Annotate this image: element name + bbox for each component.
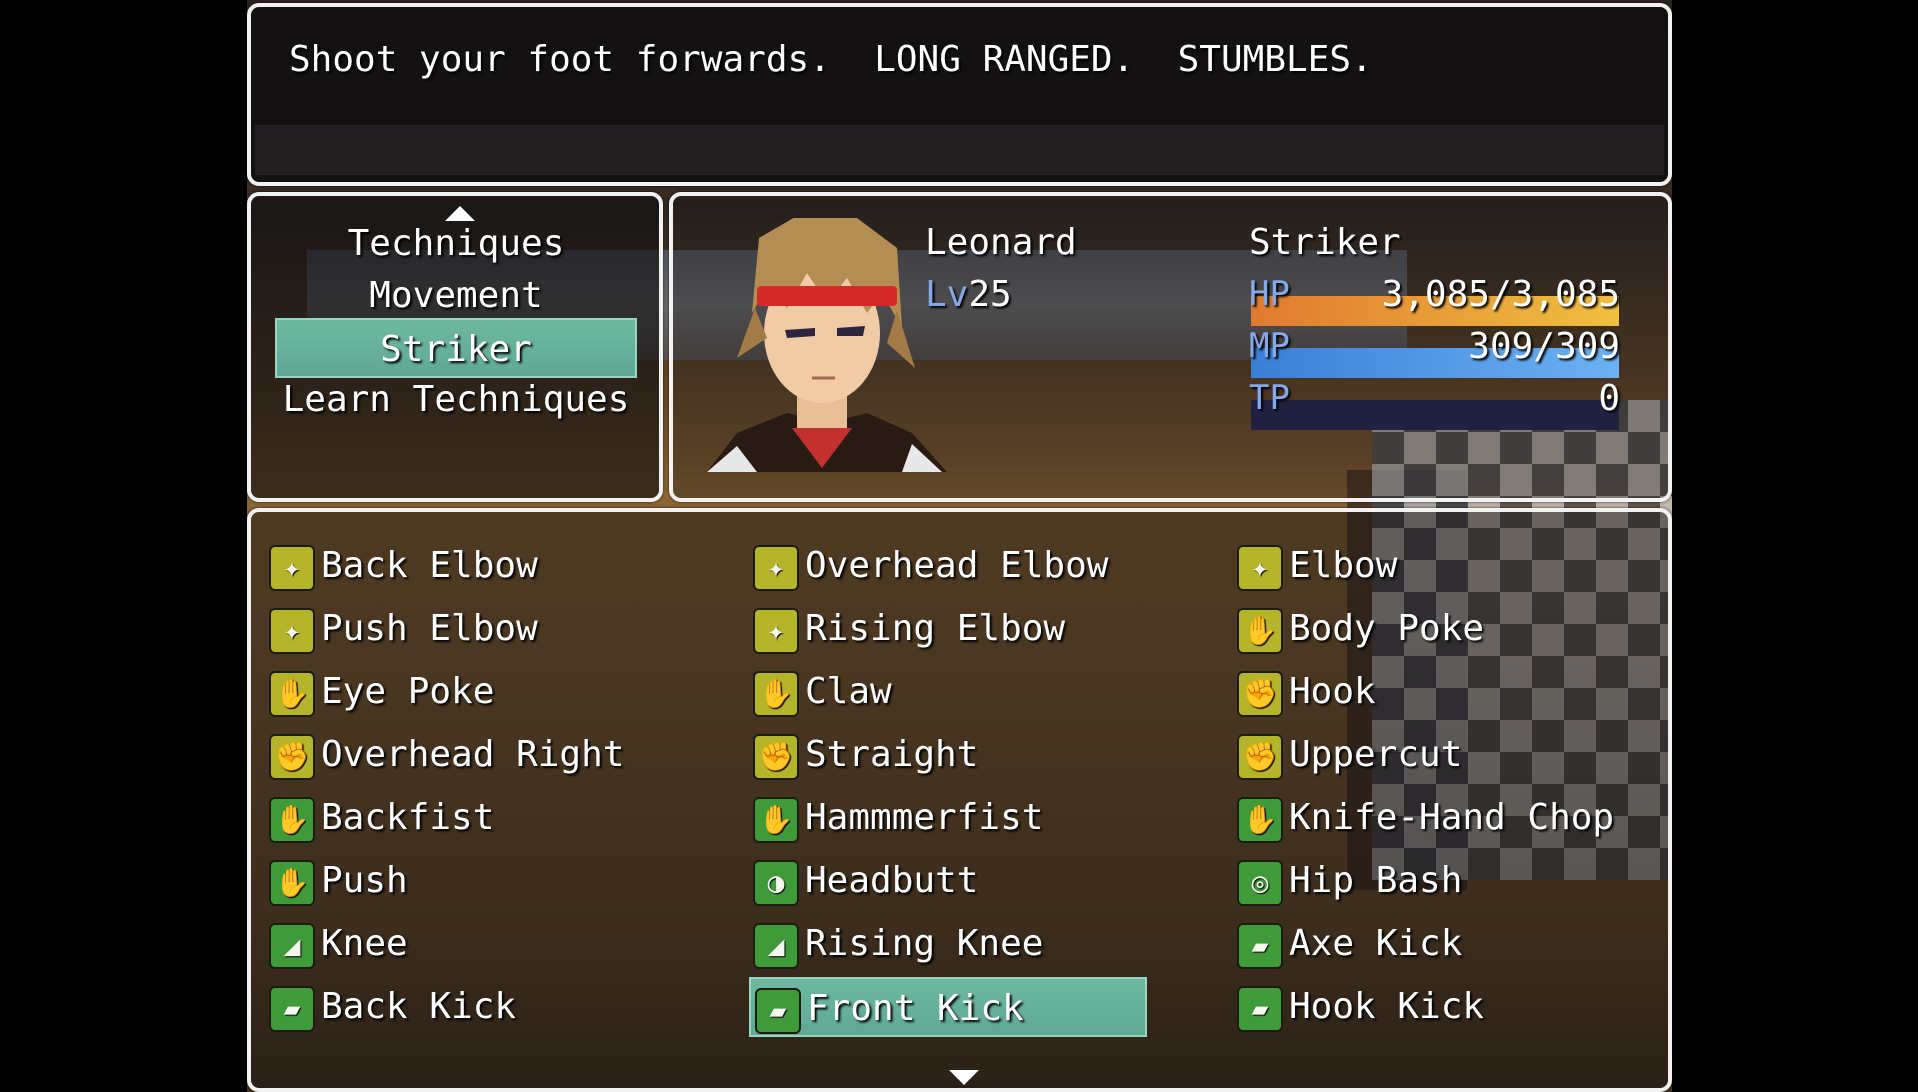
skill-item[interactable]: ✊ Straight — [749, 725, 1147, 785]
skill-label: Headbutt — [805, 860, 979, 901]
skill-item[interactable]: ✋ Claw — [749, 662, 1147, 722]
tp-value: 0 — [1598, 378, 1620, 419]
open-hand-icon: ✋ — [753, 671, 799, 717]
scroll-down-arrow-icon[interactable] — [949, 1070, 979, 1085]
skill-item[interactable]: ✊ Uppercut — [1233, 725, 1631, 785]
fist-icon: ✊ — [753, 734, 799, 780]
skill-item[interactable]: ◎ Hip Bash — [1233, 851, 1631, 911]
skill-label: Axe Kick — [1289, 923, 1463, 964]
foot-icon: ▰ — [755, 988, 801, 1034]
skill-label: Back Kick — [321, 986, 517, 1027]
open-hand-icon: ✋ — [269, 671, 315, 717]
palm-icon: ✋ — [269, 797, 315, 843]
skill-label: Rising Knee — [805, 923, 1044, 964]
game-screen: Shoot your foot forwards. LONG RANGED. S… — [247, 0, 1672, 1092]
actor-level: Lv25 — [925, 274, 1012, 315]
menu-item-techniques[interactable]: Techniques — [275, 214, 637, 274]
elbow-icon: ✦ — [753, 545, 799, 591]
skill-label: Knife-Hand Chop — [1289, 797, 1615, 838]
skill-label: Body Poke — [1289, 608, 1485, 649]
mp-label: MP — [1249, 326, 1290, 366]
skill-label: Eye Poke — [321, 671, 495, 712]
skill-item[interactable]: ✦ Elbow — [1233, 536, 1631, 596]
hp-value: 3,085/3,085 — [1381, 274, 1620, 315]
skill-label: Hammmerfist — [805, 797, 1044, 838]
skill-item[interactable]: ✋ Backfist — [265, 788, 663, 848]
skill-label: Back Elbow — [321, 545, 538, 586]
skill-item[interactable]: ✋ Eye Poke — [265, 662, 663, 722]
skill-item[interactable]: ✋ Hammmerfist — [749, 788, 1147, 848]
help-window-shade — [255, 125, 1664, 175]
actor-status-window: Leonard Lv25 Striker HP 3,085/3,085 MP 3… — [669, 192, 1672, 502]
skill-description: Shoot your foot forwards. LONG RANGED. S… — [289, 39, 1373, 80]
skill-label: Push — [321, 860, 408, 901]
skill-item[interactable]: ▰ Front Kick — [749, 977, 1147, 1037]
elbow-icon: ✦ — [269, 545, 315, 591]
skill-item[interactable]: ◢ Rising Knee — [749, 914, 1147, 974]
skill-item[interactable]: ◢ Knee — [265, 914, 663, 974]
skill-label: Front Kick — [807, 988, 1024, 1029]
skill-label: Rising Elbow — [805, 608, 1066, 649]
skill-item[interactable]: ✦ Overhead Elbow — [749, 536, 1147, 596]
level-value: 25 — [968, 274, 1012, 315]
palm-icon: ✋ — [1237, 797, 1283, 843]
skill-label: Overhead Right — [321, 734, 625, 775]
tp-gauge — [1251, 400, 1619, 430]
skill-item[interactable]: ▰ Axe Kick — [1233, 914, 1631, 974]
knee-icon: ◢ — [753, 923, 799, 969]
open-hand-icon: ✋ — [1237, 608, 1283, 654]
skill-label: Push Elbow — [321, 608, 538, 649]
skill-item[interactable]: ✦ Push Elbow — [265, 599, 663, 659]
skill-list-window: ✦ Back Elbow ✦ Overhead Elbow ✦ Elbow ✦ Push El… — [247, 508, 1672, 1092]
elbow-icon: ✦ — [269, 608, 315, 654]
skill-label: Elbow — [1289, 545, 1398, 586]
help-window: Shoot your foot forwards. LONG RANGED. S… — [247, 3, 1672, 186]
skill-item[interactable]: ▰ Hook Kick — [1233, 977, 1631, 1037]
skill-item[interactable]: ✊ Hook — [1233, 662, 1631, 722]
skill-label: Hook — [1289, 671, 1376, 712]
skill-label: Hip Bash — [1289, 860, 1463, 901]
skill-item[interactable]: ✦ Rising Elbow — [749, 599, 1147, 659]
level-label: Lv — [925, 274, 969, 315]
actor-class: Striker — [1249, 222, 1401, 263]
actor-portrait — [707, 218, 947, 472]
menu-item-movement[interactable]: Movement — [275, 266, 637, 326]
fist-icon: ✊ — [269, 734, 315, 780]
skill-type-menu: Techniques Movement Striker Learn Techni… — [247, 192, 663, 502]
fist-icon: ✊ — [1237, 734, 1283, 780]
knee-icon: ◢ — [269, 923, 315, 969]
foot-icon: ▰ — [1237, 986, 1283, 1032]
skill-label: Claw — [805, 671, 892, 712]
hp-label: HP — [1249, 274, 1290, 314]
skill-label: Hook Kick — [1289, 986, 1485, 1027]
tp-label: TP — [1249, 378, 1290, 418]
skill-label: Uppercut — [1289, 734, 1463, 775]
skill-item[interactable]: ◑ Headbutt — [749, 851, 1147, 911]
palm-icon: ✋ — [753, 797, 799, 843]
elbow-icon: ✦ — [753, 608, 799, 654]
skill-item[interactable]: ✊ Overhead Right — [265, 725, 663, 785]
palm-icon: ✋ — [269, 860, 315, 906]
foot-icon: ▰ — [1237, 923, 1283, 969]
skill-label: Straight — [805, 734, 979, 775]
fist-icon: ✊ — [1237, 671, 1283, 717]
hip-icon: ◎ — [1237, 860, 1283, 906]
menu-item-learn-techniques[interactable]: Learn Techniques — [275, 370, 637, 430]
head-icon: ◑ — [753, 860, 799, 906]
actor-name: Leonard — [925, 222, 1077, 263]
skill-item[interactable]: ✋ Body Poke — [1233, 599, 1631, 659]
skill-label: Knee — [321, 923, 408, 964]
menu-item-striker[interactable]: Striker — [275, 318, 637, 378]
skill-label: Overhead Elbow — [805, 545, 1109, 586]
skill-item[interactable]: ✋ Push — [265, 851, 663, 911]
skill-label: Backfist — [321, 797, 495, 838]
skill-item[interactable]: ▰ Back Kick — [265, 977, 663, 1037]
skill-item[interactable]: ✦ Back Elbow — [265, 536, 663, 596]
mp-value: 309/309 — [1468, 326, 1620, 367]
elbow-icon: ✦ — [1237, 545, 1283, 591]
skill-item[interactable]: ✋ Knife-Hand Chop — [1233, 788, 1631, 848]
foot-icon: ▰ — [269, 986, 315, 1032]
